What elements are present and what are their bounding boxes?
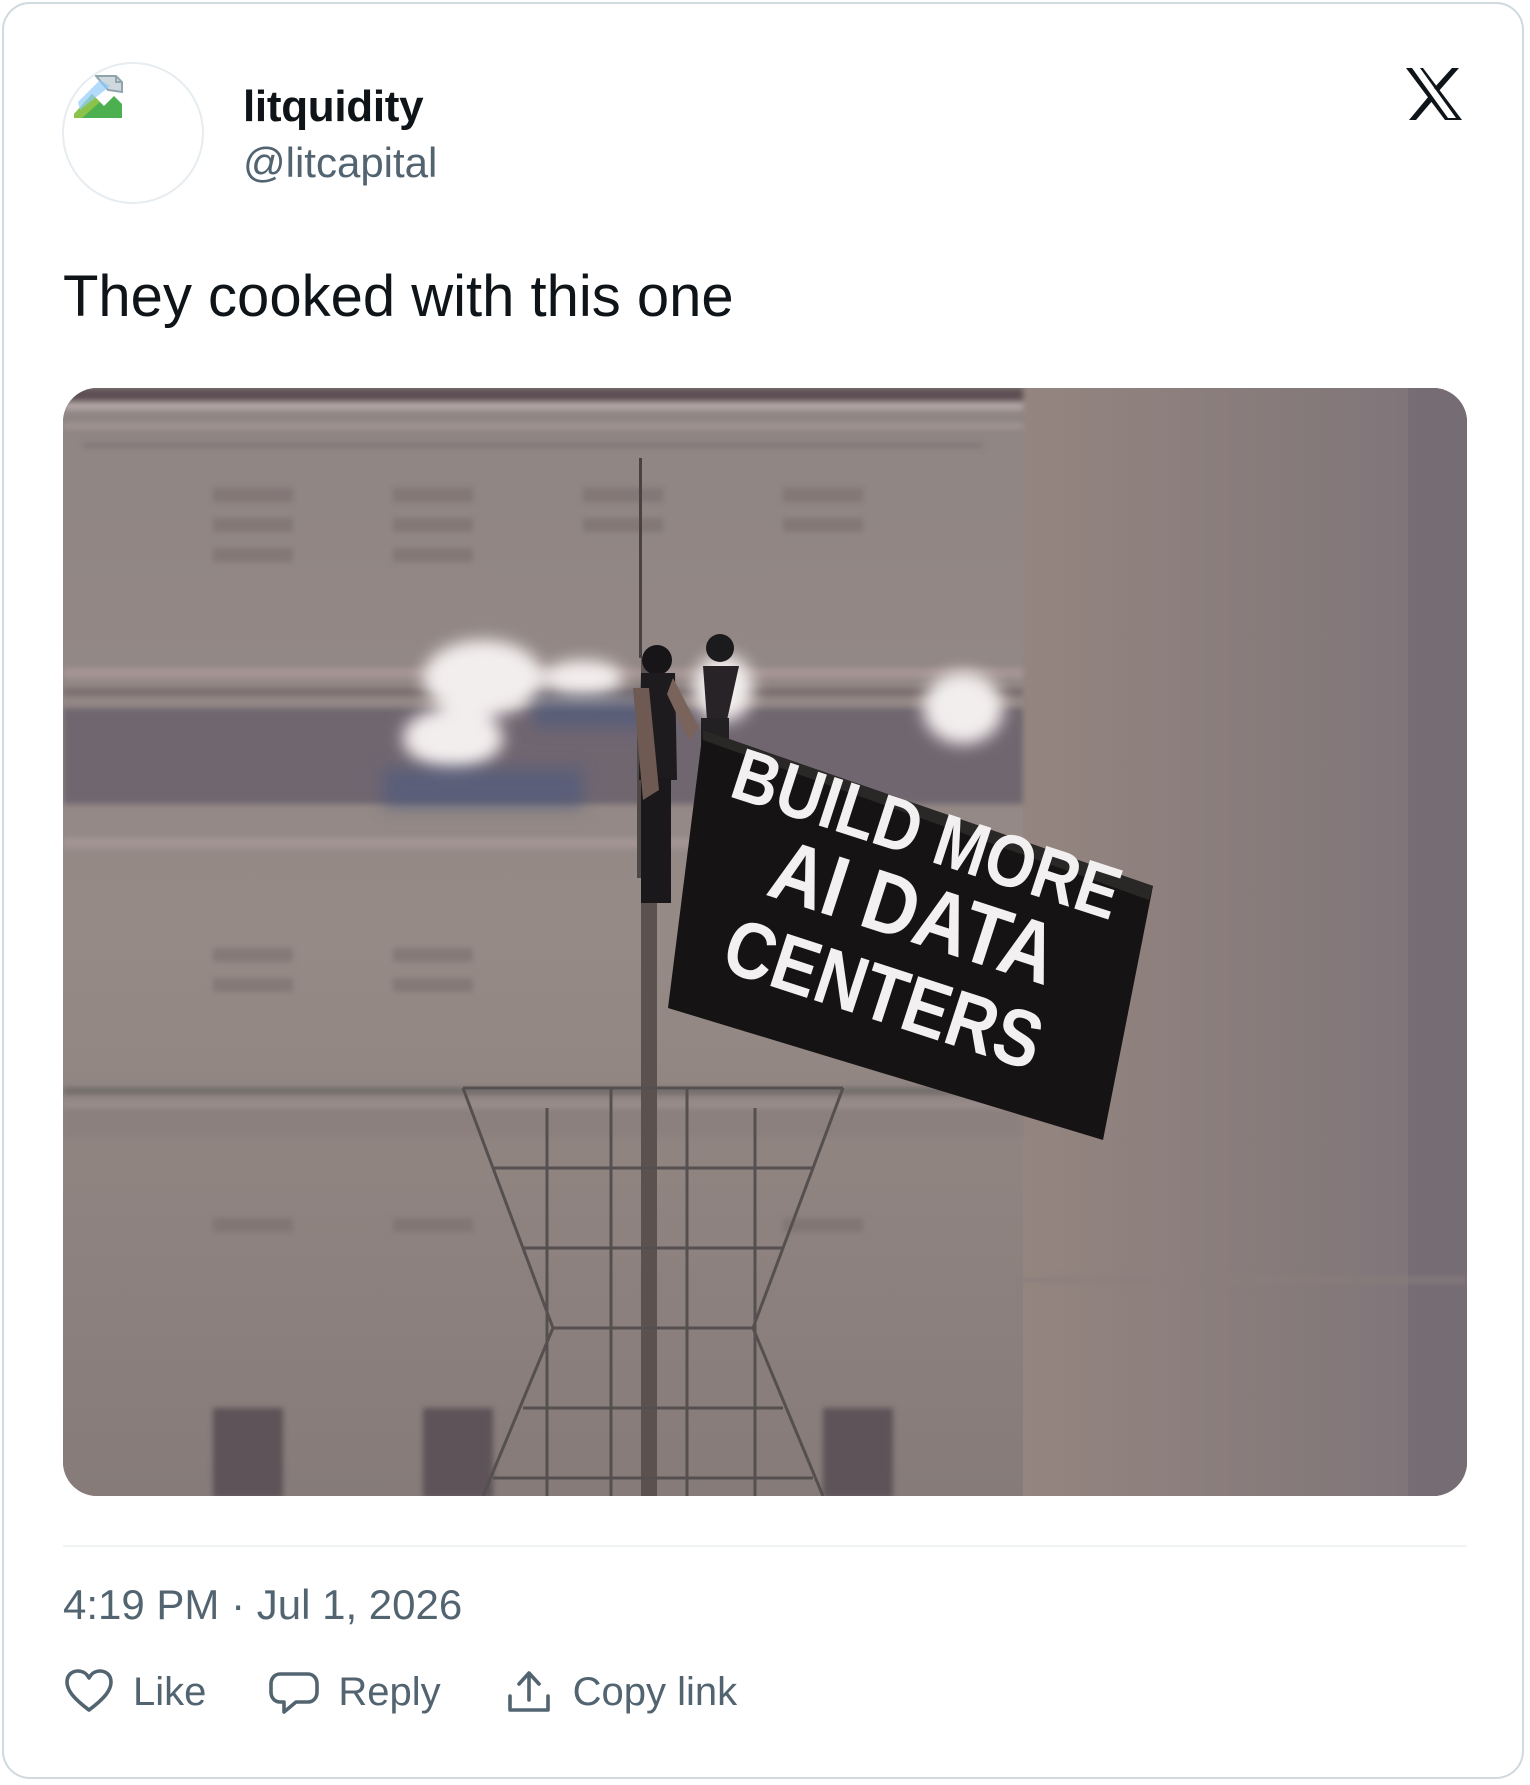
- reply-label: Reply: [338, 1670, 441, 1714]
- author-avatar[interactable]: [62, 62, 204, 204]
- like-button[interactable]: Like: [63, 1666, 206, 1718]
- x-logo-icon[interactable]: [1404, 66, 1464, 122]
- tweet-timestamp[interactable]: 4:19 PM · Jul 1, 2026: [63, 1580, 462, 1630]
- copy-link-label: Copy link: [572, 1670, 738, 1714]
- speech-bubble-icon: [269, 1672, 320, 1714]
- tweet-image[interactable]: BUILD MORE AI DATA CENTERS: [63, 388, 1467, 1496]
- heart-icon: [65, 1669, 113, 1712]
- broken-image-icon: [74, 75, 123, 118]
- reply-button[interactable]: Reply: [268, 1666, 441, 1718]
- like-label: Like: [133, 1670, 207, 1714]
- action-bar: Like Reply Copy link: [63, 1664, 799, 1720]
- divider: [63, 1545, 1467, 1547]
- tweet-text: They cooked with this one: [63, 264, 734, 329]
- upload-icon: [507, 1671, 550, 1712]
- author-handle[interactable]: @litcapital: [243, 138, 437, 188]
- copy-link-button[interactable]: Copy link: [503, 1666, 738, 1718]
- author-name[interactable]: litquidity: [243, 80, 424, 134]
